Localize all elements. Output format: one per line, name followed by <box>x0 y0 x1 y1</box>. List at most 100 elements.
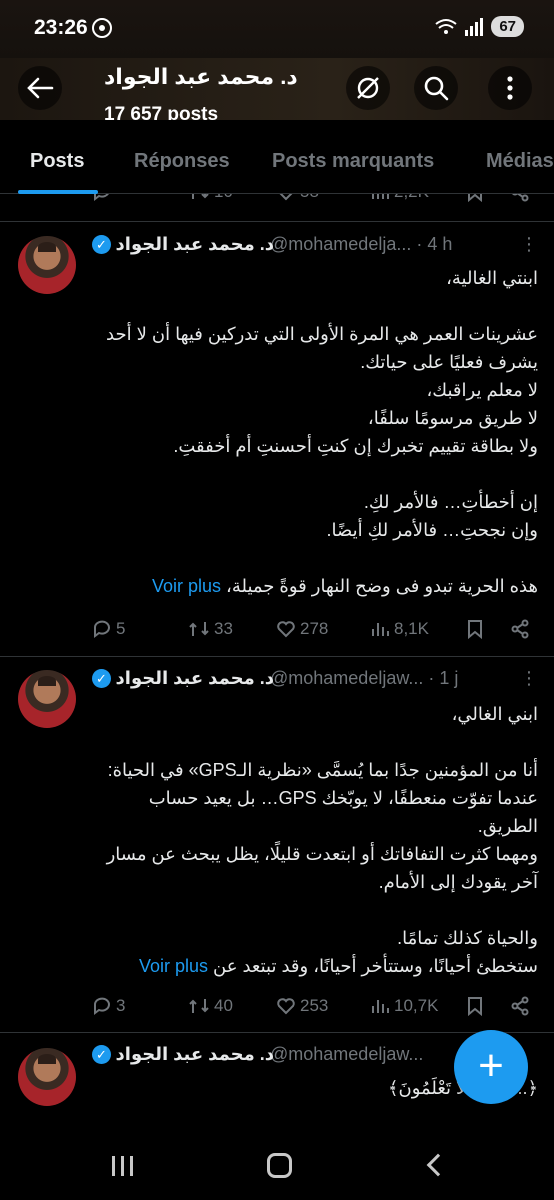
reply-button[interactable] <box>92 194 112 202</box>
status-bar: 23:26 67 <box>0 0 554 58</box>
reply-button[interactable]: 3 <box>92 996 125 1016</box>
tweet-author-name[interactable]: د. محمد عبد الجواد <box>116 234 274 255</box>
like-button[interactable]: 278 <box>276 619 328 639</box>
tweet-handle[interactable]: @mohamedelja... <box>270 234 411 254</box>
recent-apps-button[interactable] <box>112 1156 133 1176</box>
grok-icon <box>357 77 379 99</box>
tweet-menu-button[interactable]: ⋮ <box>520 668 538 689</box>
tab-replies[interactable]: Réponses <box>134 150 230 173</box>
home-button[interactable] <box>267 1153 292 1178</box>
verified-badge-icon: ✓ <box>92 669 111 688</box>
divider <box>0 1032 554 1033</box>
tweet-body[interactable]: ابني الغالي، أنا من المؤمنين جدًا بما يُ… <box>96 700 538 980</box>
views-icon <box>372 1000 389 1013</box>
tweet-2[interactable]: @mohamedeljaw... · 1 j د. محمد عبد الجوا… <box>0 660 554 1030</box>
view-count: 2,2K <box>394 194 429 202</box>
bookmark-icon <box>468 194 482 202</box>
heart-icon <box>277 998 295 1015</box>
view-count: 10,7K <box>394 996 439 1015</box>
share-icon <box>511 619 529 639</box>
search-icon <box>424 76 449 101</box>
reply-icon <box>94 194 109 201</box>
divider <box>0 656 554 657</box>
reply-count: 5 <box>116 619 126 638</box>
tweet-meta: @mohamedelja... · 4 h <box>270 234 452 255</box>
avatar[interactable] <box>18 670 76 728</box>
tweet-actions: 3 40 253 10,7K <box>92 996 536 1020</box>
voir-plus-link[interactable]: Voir plus <box>152 576 221 596</box>
share-button[interactable] <box>510 194 530 202</box>
like-button[interactable]: 58 <box>276 194 319 202</box>
tweet-handle[interactable]: @mohamedeljaw... <box>270 1044 423 1065</box>
retweet-icon <box>189 622 209 636</box>
heart-icon <box>279 194 293 201</box>
tweet-1[interactable]: @mohamedelja... · 4 h د. محمد عبد الجواد… <box>0 226 554 656</box>
status-indicators: 67 <box>435 16 524 37</box>
reply-count: 3 <box>116 996 126 1015</box>
search-button[interactable] <box>414 66 458 110</box>
profile-name-title: د. محمد عبد الجواد <box>104 64 298 89</box>
signal-icon <box>465 17 484 36</box>
whatsapp-icon <box>92 18 112 38</box>
compose-button[interactable]: + <box>454 1030 528 1104</box>
views-button[interactable]: 2,2K <box>370 194 429 202</box>
wifi-icon <box>435 18 457 34</box>
tweet-body[interactable]: ابنتي الغالية، عشرينات العمر هي المرة ال… <box>96 264 538 600</box>
divider <box>0 221 554 222</box>
status-time: 23:26 <box>34 16 88 39</box>
bookmark-icon <box>468 620 482 639</box>
tweet-author-name[interactable]: د. محمد عبد الجواد <box>116 668 274 689</box>
like-count: 58 <box>300 194 319 202</box>
tweet-time: · 1 j <box>428 668 459 688</box>
tweet-text: ابني الغالي، أنا من المؤمنين جدًا بما يُ… <box>106 704 538 976</box>
posts-count: 17 657 posts <box>104 104 219 120</box>
tweet-handle[interactable]: @mohamedeljaw... <box>270 668 423 688</box>
views-icon <box>372 194 389 199</box>
reply-button[interactable]: 5 <box>92 619 125 639</box>
retweet-count: 33 <box>214 619 233 638</box>
views-button[interactable]: 8,1K <box>370 619 429 639</box>
avatar[interactable] <box>18 1048 76 1106</box>
tweet-menu-button[interactable]: ⋮ <box>520 234 538 255</box>
profile-tabs: Posts Réponses Posts marquants Médias <box>0 120 554 194</box>
views-icon <box>372 623 389 636</box>
tab-posts[interactable]: Posts <box>30 150 84 173</box>
voir-plus-link[interactable]: Voir plus <box>139 956 208 976</box>
bookmark-button[interactable] <box>466 619 484 639</box>
like-button[interactable]: 253 <box>276 996 328 1016</box>
tweet-author-name[interactable]: د. محمد عبد الجواد <box>116 1044 274 1065</box>
back-nav-button[interactable] <box>426 1153 450 1177</box>
bookmark-icon <box>468 997 482 1016</box>
share-button[interactable] <box>510 996 530 1016</box>
avatar[interactable] <box>18 236 76 294</box>
tab-media[interactable]: Médias <box>486 150 554 173</box>
back-button[interactable] <box>18 66 62 110</box>
share-icon <box>512 194 529 202</box>
more-vertical-icon <box>507 76 513 100</box>
tab-highlights[interactable]: Posts marquants <box>272 150 434 173</box>
retweet-button[interactable]: 40 <box>188 996 233 1016</box>
reply-icon <box>94 997 110 1015</box>
verified-badge-icon: ✓ <box>92 1045 111 1064</box>
retweet-icon <box>189 999 209 1013</box>
views-button[interactable]: 10,7K <box>370 996 438 1016</box>
tweet-time: · 4 h <box>416 234 453 254</box>
retweet-count: 40 <box>214 996 233 1015</box>
bookmark-button[interactable] <box>466 194 484 202</box>
share-icon <box>511 996 529 1016</box>
heart-icon <box>277 621 295 638</box>
more-options-button[interactable] <box>488 66 532 110</box>
like-count: 253 <box>300 996 329 1015</box>
bookmark-button[interactable] <box>466 996 484 1016</box>
tweet-actions: 5 33 278 8,1K <box>92 619 536 643</box>
battery-badge: 67 <box>491 16 524 37</box>
view-count: 8,1K <box>394 619 429 638</box>
previous-tweet-actions: 10 58 2,2K <box>0 194 554 212</box>
share-button[interactable] <box>510 619 530 639</box>
retweet-button[interactable]: 33 <box>188 619 233 639</box>
grok-button[interactable] <box>346 66 390 110</box>
profile-header: د. محمد عبد الجواد 17 657 posts <box>0 58 554 120</box>
arrow-left-icon <box>27 77 54 99</box>
tweet-meta: @mohamedeljaw... · 1 j <box>270 668 458 689</box>
retweet-button[interactable]: 10 <box>188 194 233 202</box>
